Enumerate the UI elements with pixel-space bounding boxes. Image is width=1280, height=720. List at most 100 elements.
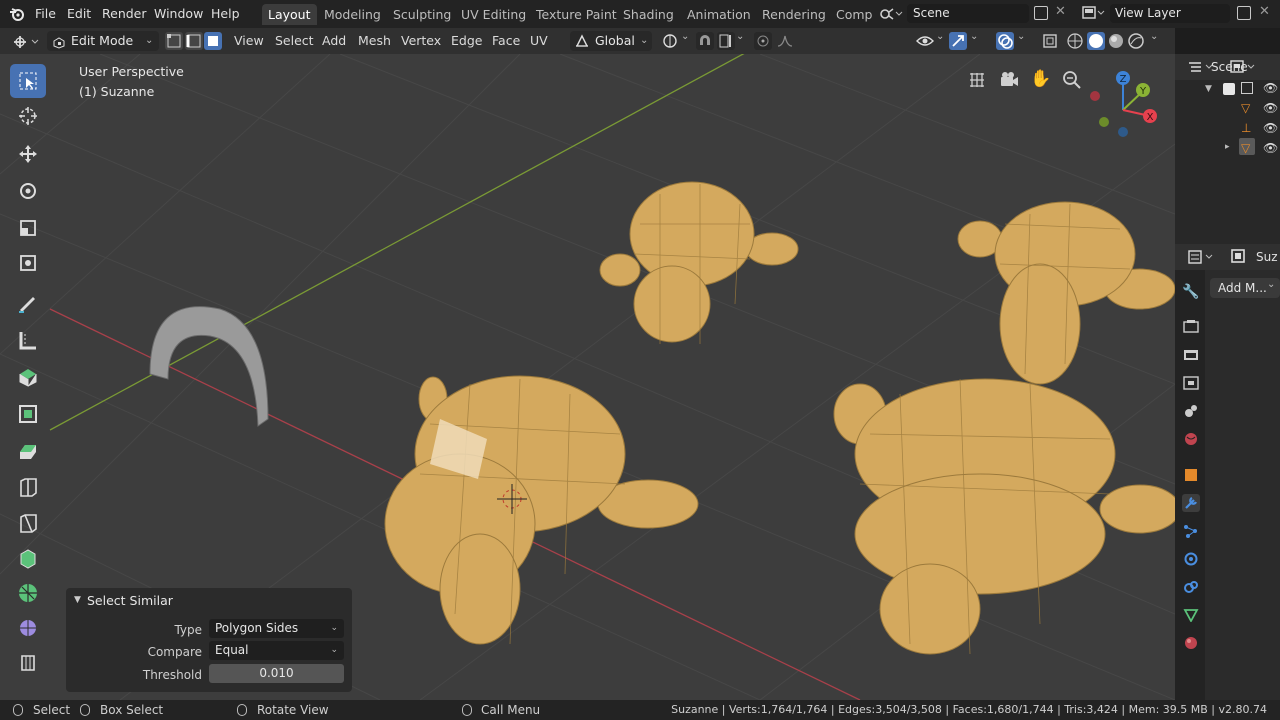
camera-view-icon[interactable] — [999, 70, 1019, 90]
menu-add[interactable]: Add — [322, 32, 346, 50]
close-view-layer-icon[interactable]: ✕ — [1259, 4, 1270, 19]
chevron-down-icon[interactable]: ⌄ — [1150, 31, 1158, 42]
solid-shading-icon[interactable] — [1087, 32, 1105, 50]
tab-compositing[interactable]: Comp — [830, 4, 879, 25]
modifier-tab-icon[interactable] — [1182, 494, 1200, 512]
edge-select-icon[interactable] — [185, 32, 203, 50]
scale-tool-icon[interactable] — [10, 211, 46, 245]
rendered-shading-icon[interactable] — [1127, 32, 1145, 50]
menu-edge[interactable]: Edge — [451, 32, 482, 50]
vertex-select-icon[interactable] — [165, 32, 183, 50]
poly-build-tool-icon[interactable] — [10, 542, 46, 576]
tool-tab-icon[interactable]: 🔧 — [1182, 284, 1199, 300]
type-select[interactable]: Polygon Sides ⌄ — [209, 619, 344, 638]
annotate-tool-icon[interactable] — [10, 286, 46, 320]
tab-sculpting[interactable]: Sculpting — [387, 4, 457, 25]
grid-view-icon[interactable] — [967, 70, 987, 90]
menu-render[interactable]: Render — [102, 5, 147, 23]
falloff-icon[interactable] — [776, 32, 794, 50]
shear-tool-icon[interactable] — [10, 646, 46, 680]
chevron-down-icon[interactable]: ⌄ — [681, 31, 689, 42]
tab-shading[interactable]: Shading — [617, 4, 680, 25]
orientation-dropdown[interactable]: Global ⌄ — [570, 31, 652, 51]
rotate-tool-icon[interactable] — [10, 174, 46, 208]
compare-select[interactable]: Equal ⌄ — [209, 641, 344, 660]
collapse-arrow-icon[interactable]: ▼ — [74, 595, 81, 605]
light-object-icon[interactable]: ⊥ — [1241, 121, 1251, 135]
move-tool-icon[interactable] — [10, 137, 46, 171]
scene-name-field[interactable]: Scene — [907, 4, 1029, 23]
particles-tab-icon[interactable] — [1183, 524, 1199, 538]
chevron-down-icon[interactable]: ⌄ — [936, 31, 944, 42]
face-select-icon[interactable] — [204, 32, 222, 50]
menu-file[interactable]: File — [35, 5, 56, 23]
pan-hand-icon[interactable]: ✋ — [1030, 69, 1051, 89]
close-scene-icon[interactable]: ✕ — [1055, 4, 1066, 19]
mode-dropdown[interactable]: Edit Mode ⌄ — [47, 31, 159, 51]
inset-tool-icon[interactable] — [10, 397, 46, 431]
add-modifier-button[interactable]: Add M... ⌄ — [1210, 278, 1280, 298]
menu-edit[interactable]: Edit — [67, 5, 91, 23]
editor-type-icon[interactable] — [12, 34, 42, 50]
snap-icon[interactable] — [696, 32, 714, 50]
eye-icon[interactable]: 👁 — [1263, 141, 1278, 155]
scene-icon[interactable] — [879, 6, 903, 22]
eye-icon[interactable]: 👁 — [1263, 121, 1278, 135]
navigation-gizmo[interactable]: Z Y X — [1088, 68, 1162, 142]
visibility-icon[interactable] — [916, 32, 934, 50]
physics-tab-icon[interactable] — [1183, 552, 1199, 566]
world-tab-icon[interactable] — [1183, 432, 1199, 446]
tab-layout[interactable]: Layout — [262, 4, 317, 25]
view-layer-icon[interactable] — [1082, 5, 1106, 21]
tab-uv-editing[interactable]: UV Editing — [455, 4, 532, 25]
threshold-slider[interactable]: 0.010 — [209, 664, 344, 683]
scene-tab-icon[interactable] — [1183, 404, 1199, 418]
collection-checkbox[interactable] — [1223, 83, 1235, 95]
chevron-down-icon[interactable]: ⌄ — [970, 31, 978, 42]
material-tab-icon[interactable] — [1183, 636, 1199, 650]
collection-expand-icon[interactable]: ▼ — [1205, 84, 1212, 94]
smooth-tool-icon[interactable] — [10, 611, 46, 645]
pin-object-icon[interactable] — [1230, 248, 1246, 264]
menu-mesh[interactable]: Mesh — [358, 32, 391, 50]
chevron-down-icon[interactable]: ⌄ — [736, 31, 744, 42]
menu-face[interactable]: Face — [492, 32, 520, 50]
wireframe-shading-icon[interactable] — [1066, 32, 1084, 50]
tab-rendering[interactable]: Rendering — [756, 4, 832, 25]
camera-object-icon[interactable]: ▽ — [1241, 101, 1250, 115]
extrude-tool-icon[interactable] — [10, 360, 46, 394]
menu-view[interactable]: View — [234, 32, 264, 50]
select-box-tool-icon[interactable] — [10, 64, 46, 98]
gizmo-toggle-icon[interactable] — [949, 32, 967, 50]
tab-modeling[interactable]: Modeling — [318, 4, 387, 25]
3d-viewport[interactable]: User Perspective (1) Suzanne ✋ Z Y X ▼ S… — [0, 54, 1175, 700]
data-tab-icon[interactable] — [1183, 608, 1199, 623]
transform-tool-icon[interactable] — [10, 246, 46, 280]
view-layer-tab-icon[interactable] — [1183, 376, 1199, 390]
chevron-down-icon[interactable]: ⌄ — [1017, 31, 1025, 42]
menu-vertex[interactable]: Vertex — [401, 32, 441, 50]
new-view-layer-icon[interactable] — [1237, 6, 1251, 20]
xray-toggle-icon[interactable] — [1041, 32, 1059, 50]
menu-uv[interactable]: UV — [530, 32, 548, 50]
pivot-point-icon[interactable] — [661, 32, 679, 50]
spin-tool-icon[interactable] — [10, 576, 46, 610]
knife-tool-icon[interactable] — [10, 506, 46, 540]
overlays-toggle-icon[interactable] — [996, 32, 1014, 50]
material-shading-icon[interactable] — [1107, 32, 1125, 50]
cursor-tool-icon[interactable] — [10, 99, 46, 133]
menu-window[interactable]: Window — [154, 5, 203, 23]
new-scene-icon[interactable] — [1034, 6, 1048, 20]
object-tab-icon[interactable] — [1183, 468, 1199, 482]
menu-select[interactable]: Select — [275, 32, 314, 50]
eye-icon[interactable]: 👁 — [1263, 101, 1278, 115]
menu-help[interactable]: Help — [211, 5, 240, 23]
proportional-edit-icon[interactable] — [754, 32, 772, 50]
bevel-tool-icon[interactable] — [10, 434, 46, 468]
loop-cut-tool-icon[interactable] — [10, 470, 46, 504]
view-layer-field[interactable]: View Layer — [1110, 4, 1230, 23]
properties-editor-icon[interactable] — [1187, 249, 1217, 265]
blender-logo-icon[interactable] — [9, 6, 25, 22]
tab-texture-paint[interactable]: Texture Paint — [530, 4, 623, 25]
measure-tool-icon[interactable] — [10, 323, 46, 357]
